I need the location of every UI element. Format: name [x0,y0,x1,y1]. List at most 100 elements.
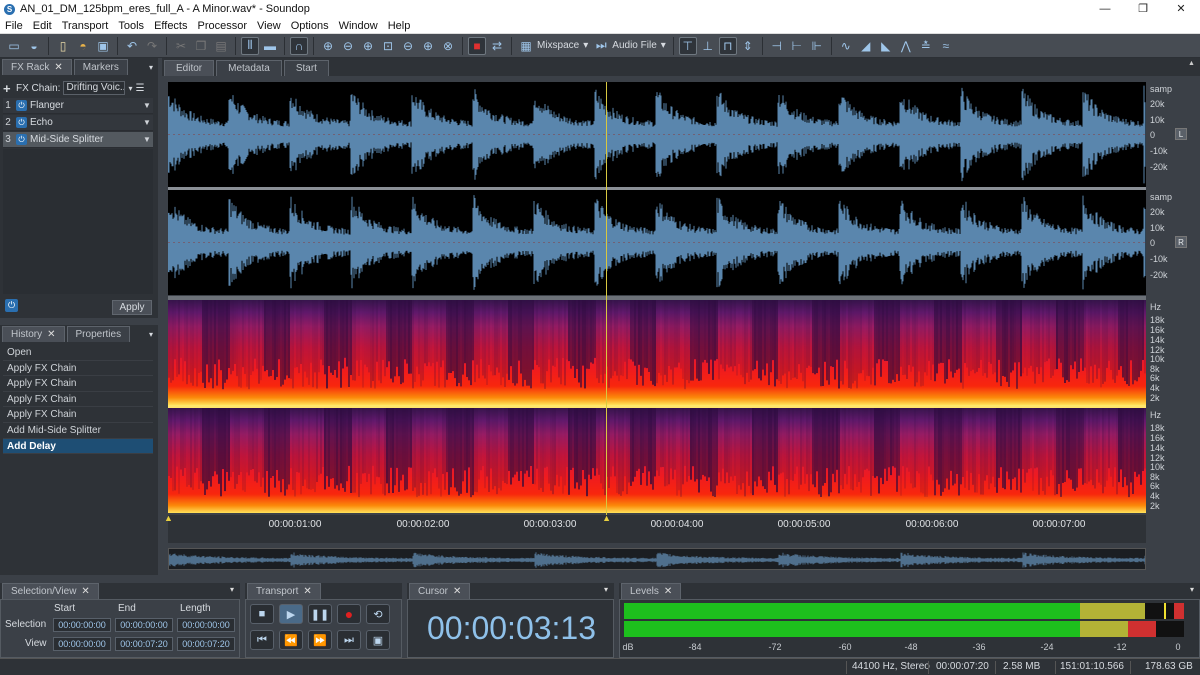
paste-icon[interactable]: ▤ [212,37,230,55]
skip-selection-button[interactable]: ▣ [366,630,390,650]
power-icon[interactable]: ⏻ [16,134,27,145]
menu-transport[interactable]: Transport [57,20,114,32]
playhead[interactable] [606,82,608,515]
copy-icon[interactable]: ❐ [192,37,210,55]
history-item[interactable]: Apply FX Chain [3,392,153,408]
menu-effects[interactable]: Effects [149,20,192,32]
marker-range-icon[interactable]: ⊩ [808,37,826,55]
undo-icon[interactable]: ↶ [123,37,141,55]
snap-icon[interactable]: ∩ [290,36,308,55]
wave-tool-icon[interactable]: ∿ [837,37,855,55]
fx-chain-select[interactable]: Drifting Voic... [63,81,126,95]
selection-length-field[interactable]: 00:00:00:00 [177,618,235,632]
view-length-field[interactable]: 00:00:07:20 [177,637,235,651]
fx-item[interactable]: 1 ⏻ Flanger ▼ [3,98,153,114]
tab-fx-rack[interactable]: FX Rack ✕ [2,59,72,75]
channel-right-toggle[interactable]: R [1175,236,1187,248]
channel-left-toggle[interactable]: L [1175,128,1187,140]
history-item[interactable]: Open [3,345,153,361]
view-end-field[interactable]: 00:00:07:20 [115,637,173,651]
close-icon[interactable]: ✕ [47,329,55,340]
align-bottom-icon[interactable]: ⊓ [718,36,737,55]
menu-tools[interactable]: Tools [113,20,149,32]
chevron-down-icon[interactable]: ▼ [141,135,153,144]
stop-button[interactable]: ■ [250,604,274,624]
marker-right-icon[interactable]: ⊢ [788,37,806,55]
align-top-icon[interactable]: ⊤ [678,36,697,55]
tab-start[interactable]: Start [283,60,329,76]
mixspace-dropdown[interactable]: Mixspace [537,40,579,51]
tab-markers[interactable]: Markers [73,59,128,75]
rewind-button[interactable]: ⏪ [279,630,303,650]
normalize-icon[interactable]: ≛ [917,37,935,55]
fit-vertical-icon[interactable]: ⇕ [739,37,757,55]
scroll-up-icon[interactable]: ▲ [1188,60,1195,67]
marker-left-icon[interactable]: ⊣ [768,37,786,55]
cut-icon[interactable]: ✂ [172,37,190,55]
chevron-down-icon[interactable]: ▾ [1190,585,1194,594]
view-start-field[interactable]: 00:00:00:00 [53,637,111,651]
close-icon[interactable]: ✕ [81,586,89,597]
chevron-down-icon[interactable]: ▾ [661,40,666,51]
redo-icon[interactable]: ↷ [143,37,161,55]
close-icon[interactable]: ✕ [54,62,62,73]
spectrogram-right-channel[interactable] [168,408,1146,513]
close-icon[interactable]: ✕ [453,586,461,597]
fade-out-icon[interactable]: ◣ [877,37,895,55]
align-middle-icon[interactable]: ⊥ [699,37,717,55]
zoom-out-h-icon[interactable]: ⊖ [339,37,357,55]
mixspace-icon[interactable]: ▦ [517,37,535,55]
fx-item[interactable]: 2 ⏻ Echo ▼ [3,115,153,131]
power-icon[interactable]: ⏻ [5,299,18,312]
tab-selection-view[interactable]: Selection/View ✕ [2,583,99,599]
new-file-icon[interactable]: ▭ [5,37,23,55]
add-icon[interactable]: + [3,81,13,96]
menu-view[interactable]: View [252,20,286,32]
spectrogram-toggle-icon[interactable]: ■ [468,36,486,55]
time-selection-tool-icon[interactable]: ⫴ [241,36,259,55]
close-icon[interactable]: ✕ [303,586,311,597]
zoom-in-full-icon[interactable]: ⊕ [419,37,437,55]
tab-editor[interactable]: Editor [164,60,215,76]
save-icon[interactable]: ▣ [94,37,112,55]
menu-help[interactable]: Help [383,20,416,32]
tab-cursor[interactable]: Cursor ✕ [409,583,471,599]
overview-scrollbar[interactable] [168,548,1146,570]
go-to-end-button[interactable]: ⏭ [337,630,361,650]
tab-metadata[interactable]: Metadata [216,60,282,76]
zoom-selection-icon[interactable]: ⊡ [379,37,397,55]
open-project-icon[interactable]: ◓ [74,37,92,55]
history-item[interactable]: Apply FX Chain [3,361,153,377]
fast-forward-button[interactable]: ⏩ [308,630,332,650]
menu-edit[interactable]: Edit [28,20,57,32]
close-button[interactable]: ✕ [1162,0,1200,18]
selection-start-field[interactable]: 00:00:00:00 [53,618,111,632]
waveform-right-channel[interactable] [168,190,1146,295]
tab-levels[interactable]: Levels ✕ [621,583,682,599]
fx-chain-menu-icon[interactable]: ☰ [135,83,144,94]
fade-in-icon[interactable]: ◢ [857,37,875,55]
apply-button[interactable]: Apply [112,300,152,315]
chevron-down-icon[interactable]: ▼ [141,118,153,127]
chevron-down-icon[interactable]: ▼ [141,101,153,110]
open-file-icon[interactable]: ◒ [25,37,43,55]
tab-transport[interactable]: Transport ✕ [247,583,321,599]
history-item[interactable]: Add Mid-Side Splitter [3,423,153,439]
close-icon[interactable]: ✕ [664,586,672,597]
selection-end-field[interactable]: 00:00:00:00 [115,618,173,632]
menu-options[interactable]: Options [286,20,334,32]
chevron-down-icon[interactable]: ▾ [128,84,132,93]
tab-history[interactable]: History ✕ [2,326,65,342]
zoom-in-v-icon[interactable]: ⊕ [359,37,377,55]
power-icon[interactable]: ⏻ [16,100,27,111]
panel-menu-icon[interactable]: ▾ [149,63,153,72]
go-to-start-button[interactable]: ⏮ [250,630,274,650]
clip-indicator[interactable] [1174,603,1184,619]
start-marker-icon[interactable]: ▲ [164,513,173,523]
menu-file[interactable]: File [0,20,28,32]
play-button[interactable]: ▶ [279,604,303,624]
menu-processor[interactable]: Processor [193,20,253,32]
fx-item[interactable]: 3 ⏻ Mid-Side Splitter ▼ [3,132,153,148]
new-project-icon[interactable]: ▯ [54,37,72,55]
envelope-icon[interactable]: ⋀ [897,37,915,55]
